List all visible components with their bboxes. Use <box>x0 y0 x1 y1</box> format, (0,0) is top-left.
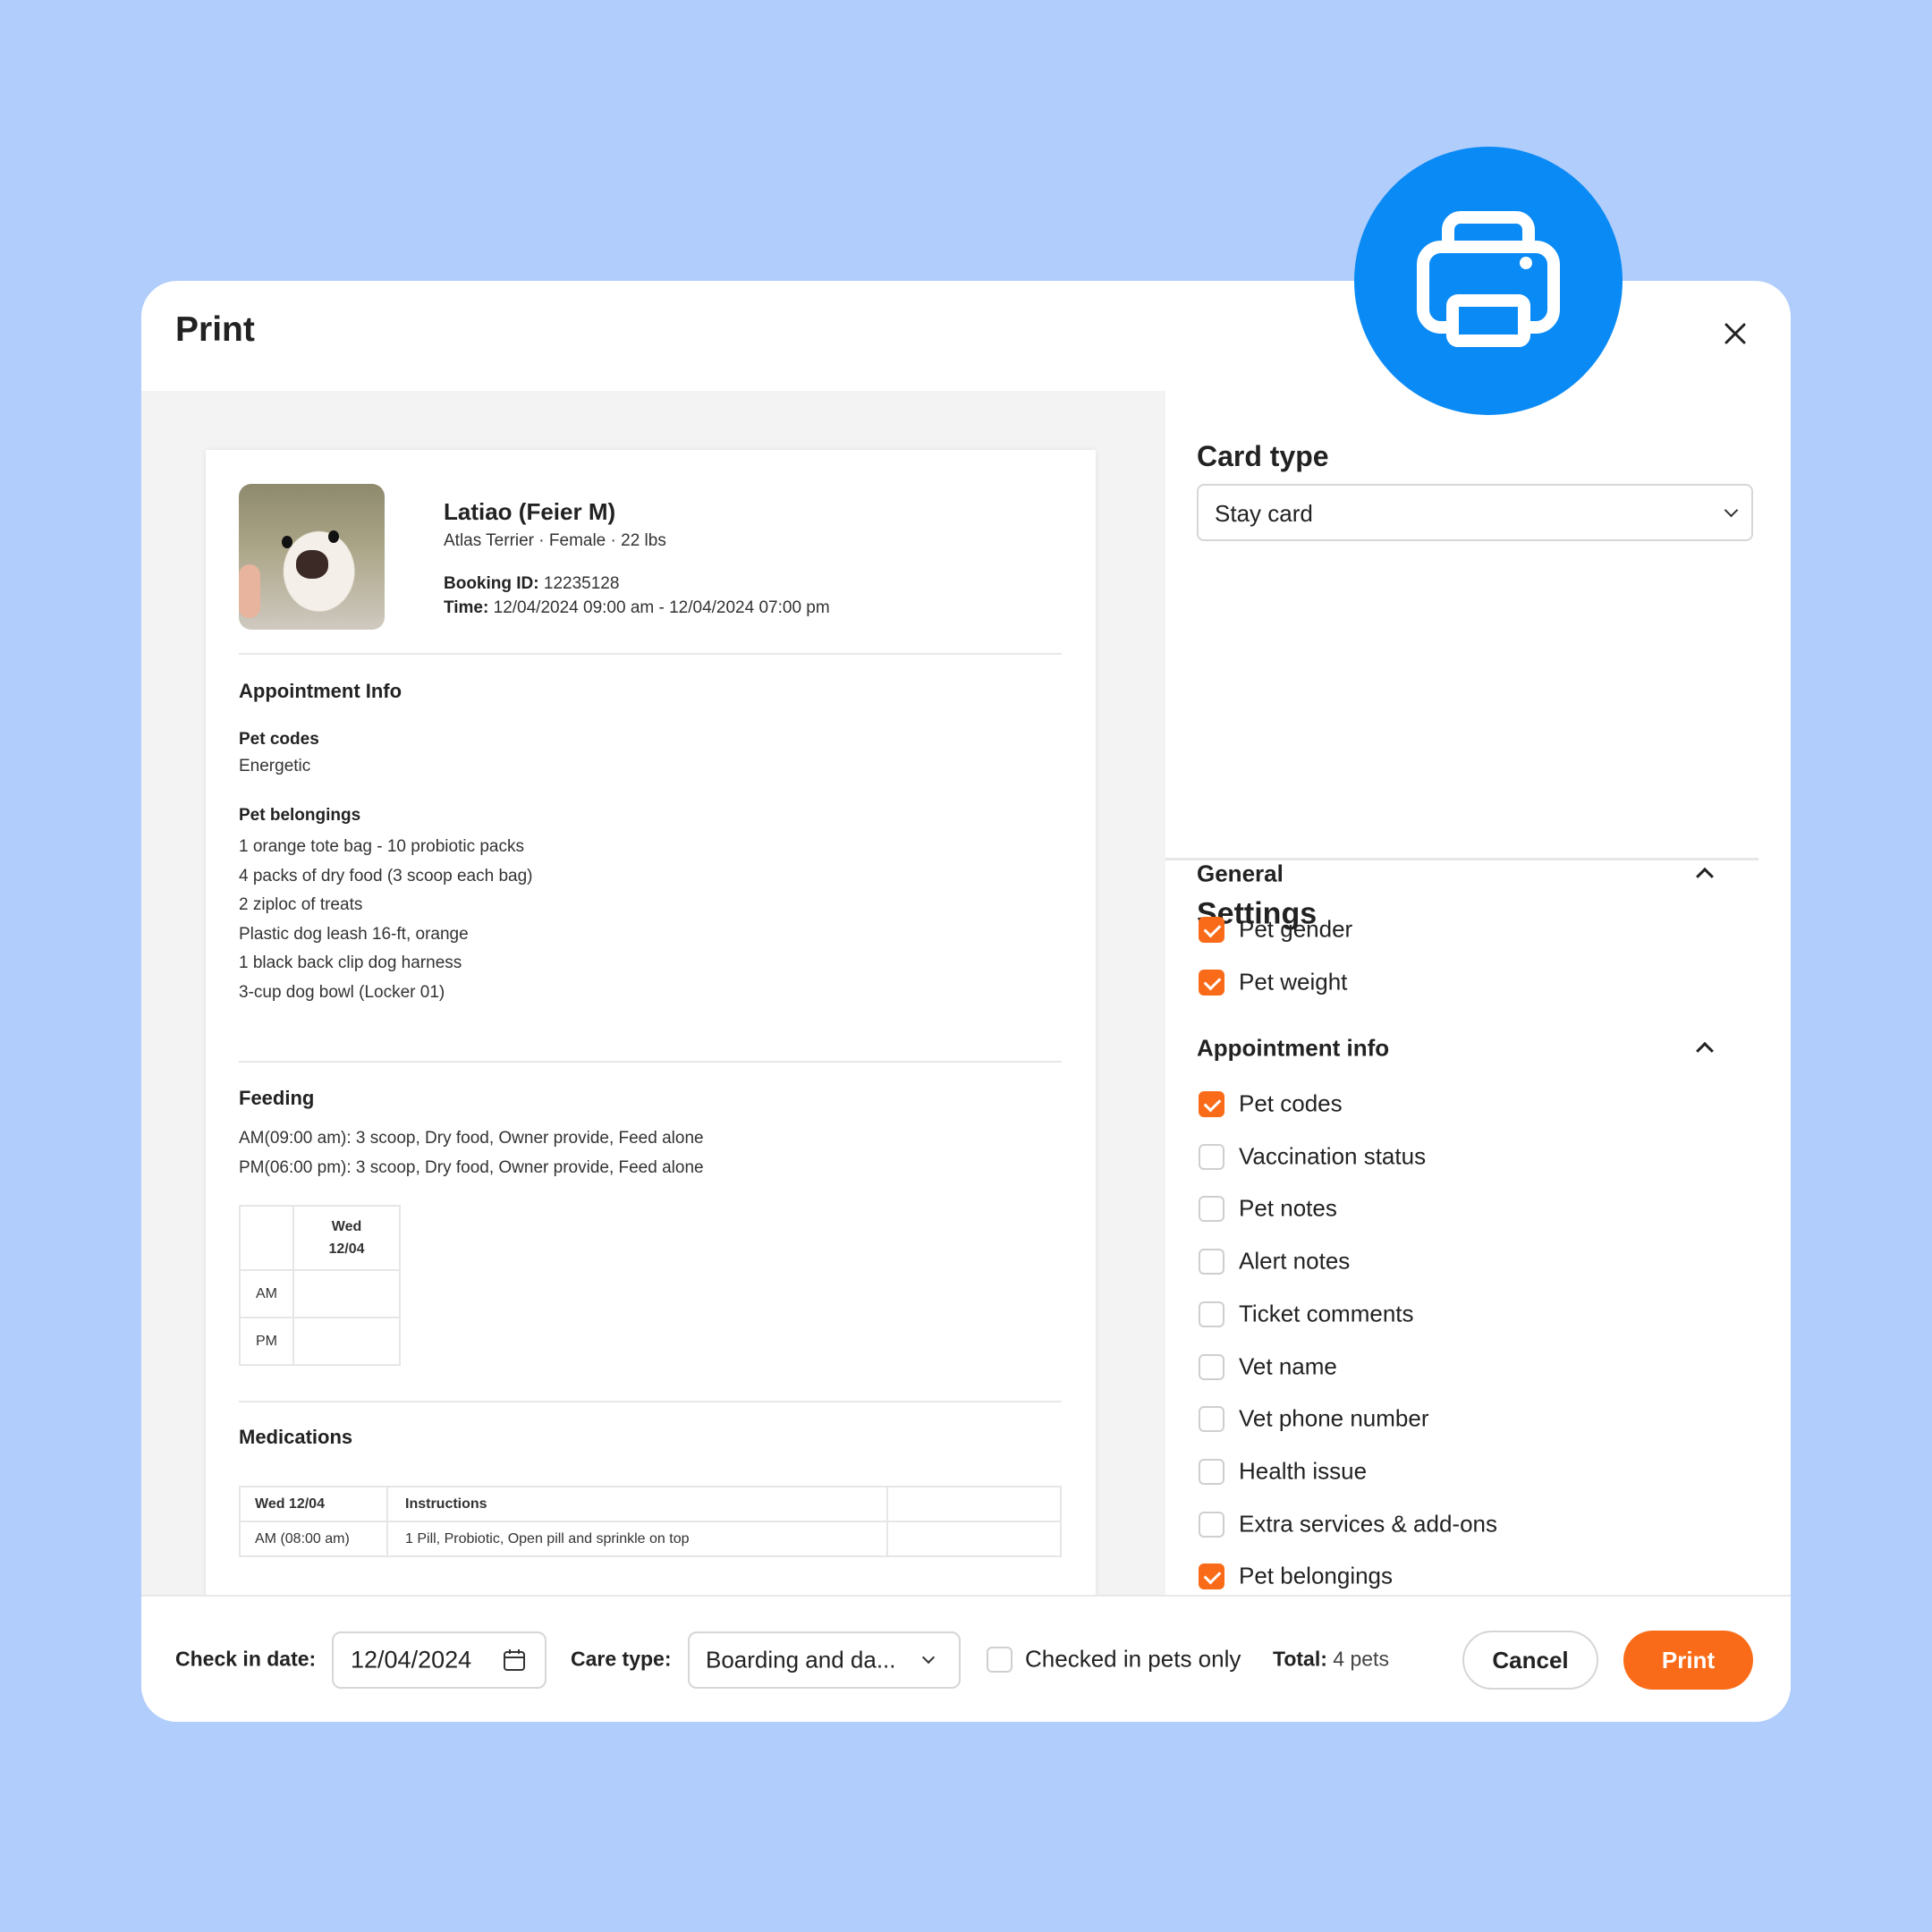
appointment-info-title: Appointment Info <box>239 680 402 702</box>
card-type-select[interactable]: Stay card <box>1197 484 1753 541</box>
care-type-label: Care type: <box>571 1647 672 1671</box>
header <box>886 1486 1062 1522</box>
pet-photo <box>239 484 385 630</box>
setting-checkbox[interactable] <box>1199 1249 1224 1275</box>
dialog-title: Print <box>175 310 255 349</box>
belonging-item: 1 black back clip dog harness <box>239 953 462 973</box>
print-preview[interactable]: Latiao (Feier M) Atlas Terrier · Female … <box>141 391 1165 1595</box>
setting-label[interactable]: Health issue <box>1239 1457 1367 1485</box>
printer-badge <box>1354 147 1623 415</box>
setting-label[interactable]: Ticket comments <box>1239 1300 1414 1327</box>
calendar-icon[interactable] <box>502 1648 527 1673</box>
pet-name: Latiao (Feier M) <box>444 498 616 525</box>
setting-label[interactable]: Pet codes <box>1239 1090 1343 1118</box>
total-label: Total: <box>1273 1647 1327 1671</box>
cancel-button[interactable]: Cancel <box>1462 1631 1598 1690</box>
chevron-down-icon <box>1724 503 1739 518</box>
footer-bar: Check in date: 12/04/2024 Care type: Boa… <box>141 1595 1791 1722</box>
chevron-down-icon <box>921 1650 936 1665</box>
belongings-list: 1 orange tote bag - 10 probiotic packs 4… <box>239 833 532 1008</box>
chevron-up-icon[interactable] <box>1696 1041 1714 1060</box>
check-in-date-label: Check in date: <box>175 1647 317 1671</box>
care-type-select[interactable]: Boarding and da... <box>688 1631 961 1689</box>
cancel-label: Cancel <box>1492 1646 1569 1674</box>
date: 12/04 <box>328 1241 365 1257</box>
stay-card-paper: Latiao (Feier M) Atlas Terrier · Female … <box>206 450 1096 1595</box>
printer-icon <box>1417 211 1560 347</box>
setting-checkbox[interactable] <box>1199 969 1224 996</box>
setting-checkbox[interactable] <box>1199 1511 1224 1538</box>
setting-checkbox[interactable] <box>1199 1143 1224 1170</box>
booking-id: 12235128 <box>543 574 620 593</box>
setting-label[interactable]: Extra services & add-ons <box>1239 1510 1497 1538</box>
feeding-title: Feeding <box>239 1087 315 1109</box>
belonging-item: 1 orange tote bag - 10 probiotic packs <box>239 837 524 856</box>
divider <box>239 653 1062 655</box>
pet-details: Atlas Terrier · Female · 22 lbs <box>444 531 666 550</box>
close-icon <box>1724 323 1746 344</box>
pet-codes-value: Energetic <box>239 757 311 775</box>
card-type-value: Stay card <box>1215 500 1313 527</box>
pet-codes-label: Pet codes <box>239 730 319 749</box>
belonging-item: 2 ziploc of treats <box>239 895 363 915</box>
booking-id-label: Booking ID: <box>444 574 539 593</box>
check-in-date-input[interactable]: 12/04/2024 <box>332 1631 547 1689</box>
setting-label[interactable]: Alert notes <box>1239 1248 1350 1275</box>
setting-checkbox[interactable] <box>1199 1458 1224 1485</box>
header: Wed 12/04 <box>239 1486 388 1522</box>
setting-label[interactable]: Pet weight <box>1239 968 1347 996</box>
print-button[interactable]: Print <box>1623 1631 1753 1690</box>
day: Wed <box>331 1219 362 1234</box>
setting-label[interactable]: Pet belongings <box>1239 1563 1393 1590</box>
feeding-schedule-table: Wed 12/04 AM PM <box>239 1205 401 1366</box>
chevron-up-icon[interactable] <box>1696 867 1714 886</box>
cell <box>886 1521 1062 1557</box>
cell: 1 Pill, Probiotic, Open pill and sprinkl… <box>386 1521 888 1557</box>
setting-checkbox[interactable] <box>1199 1301 1224 1327</box>
row-label: AM <box>239 1269 294 1318</box>
setting-label[interactable]: Pet gender <box>1239 916 1352 944</box>
setting-checkbox[interactable] <box>1199 917 1224 943</box>
belonging-item: 4 packs of dry food (3 scoop each bag) <box>239 866 533 886</box>
setting-checkbox[interactable] <box>1199 1091 1224 1117</box>
divider <box>239 1401 1062 1402</box>
medications-table: Wed 12/04 Instructions AM (08:00 am) 1 Pil… <box>239 1486 1062 1557</box>
setting-label[interactable]: Vet name <box>1239 1352 1337 1380</box>
setting-checkbox[interactable] <box>1199 1353 1224 1380</box>
section-0-header[interactable]: General <box>1197 860 1284 888</box>
check-in-date-value: 12/04/2024 <box>351 1646 472 1674</box>
section-1-header[interactable]: Appointment info <box>1197 1035 1389 1063</box>
medications-title: Medications <box>239 1426 353 1448</box>
care-type-value: Boarding and da... <box>706 1646 896 1674</box>
belonging-item: 3-cup dog bowl (Locker 01) <box>239 982 445 1002</box>
print-label: Print <box>1661 1646 1716 1674</box>
pet-belongings-label: Pet belongings <box>239 806 361 825</box>
setting-checkbox[interactable] <box>1199 1196 1224 1223</box>
close-button[interactable] <box>1722 320 1749 347</box>
divider <box>239 1061 1062 1063</box>
feeding-line: AM(09:00 am): 3 scoop, Dry food, Owner p… <box>239 1129 704 1148</box>
setting-label[interactable]: Vaccination status <box>1239 1142 1426 1170</box>
cell: AM (08:00 am) <box>239 1521 388 1557</box>
header: Instructions <box>386 1486 888 1522</box>
feeding-line: PM(06:00 pm): 3 scoop, Dry food, Owner p… <box>239 1158 704 1177</box>
print-dialog: Print Latiao (Feier M) Atlas Terrier · F… <box>141 281 1791 1722</box>
belonging-item: Plastic dog leash 16-ft, orange <box>239 924 469 944</box>
settings-panel[interactable]: Card type Stay card Settings General Pet g… <box>1165 391 1791 1595</box>
time-label: Time: <box>444 598 489 617</box>
setting-checkbox[interactable] <box>1199 1563 1224 1590</box>
checked-in-only-checkbox[interactable] <box>987 1647 1013 1673</box>
checked-in-only-label[interactable]: Checked in pets only <box>1025 1646 1241 1674</box>
card-type-title: Card type <box>1197 440 1329 472</box>
row-label: PM <box>239 1317 294 1366</box>
setting-label[interactable]: Vet phone number <box>1239 1405 1429 1433</box>
setting-checkbox[interactable] <box>1199 1406 1224 1433</box>
setting-label[interactable]: Pet notes <box>1239 1195 1337 1223</box>
booking-time: 12/04/2024 09:00 am - 12/04/2024 07:00 p… <box>493 598 830 617</box>
total-value: 4 pets <box>1333 1647 1389 1671</box>
